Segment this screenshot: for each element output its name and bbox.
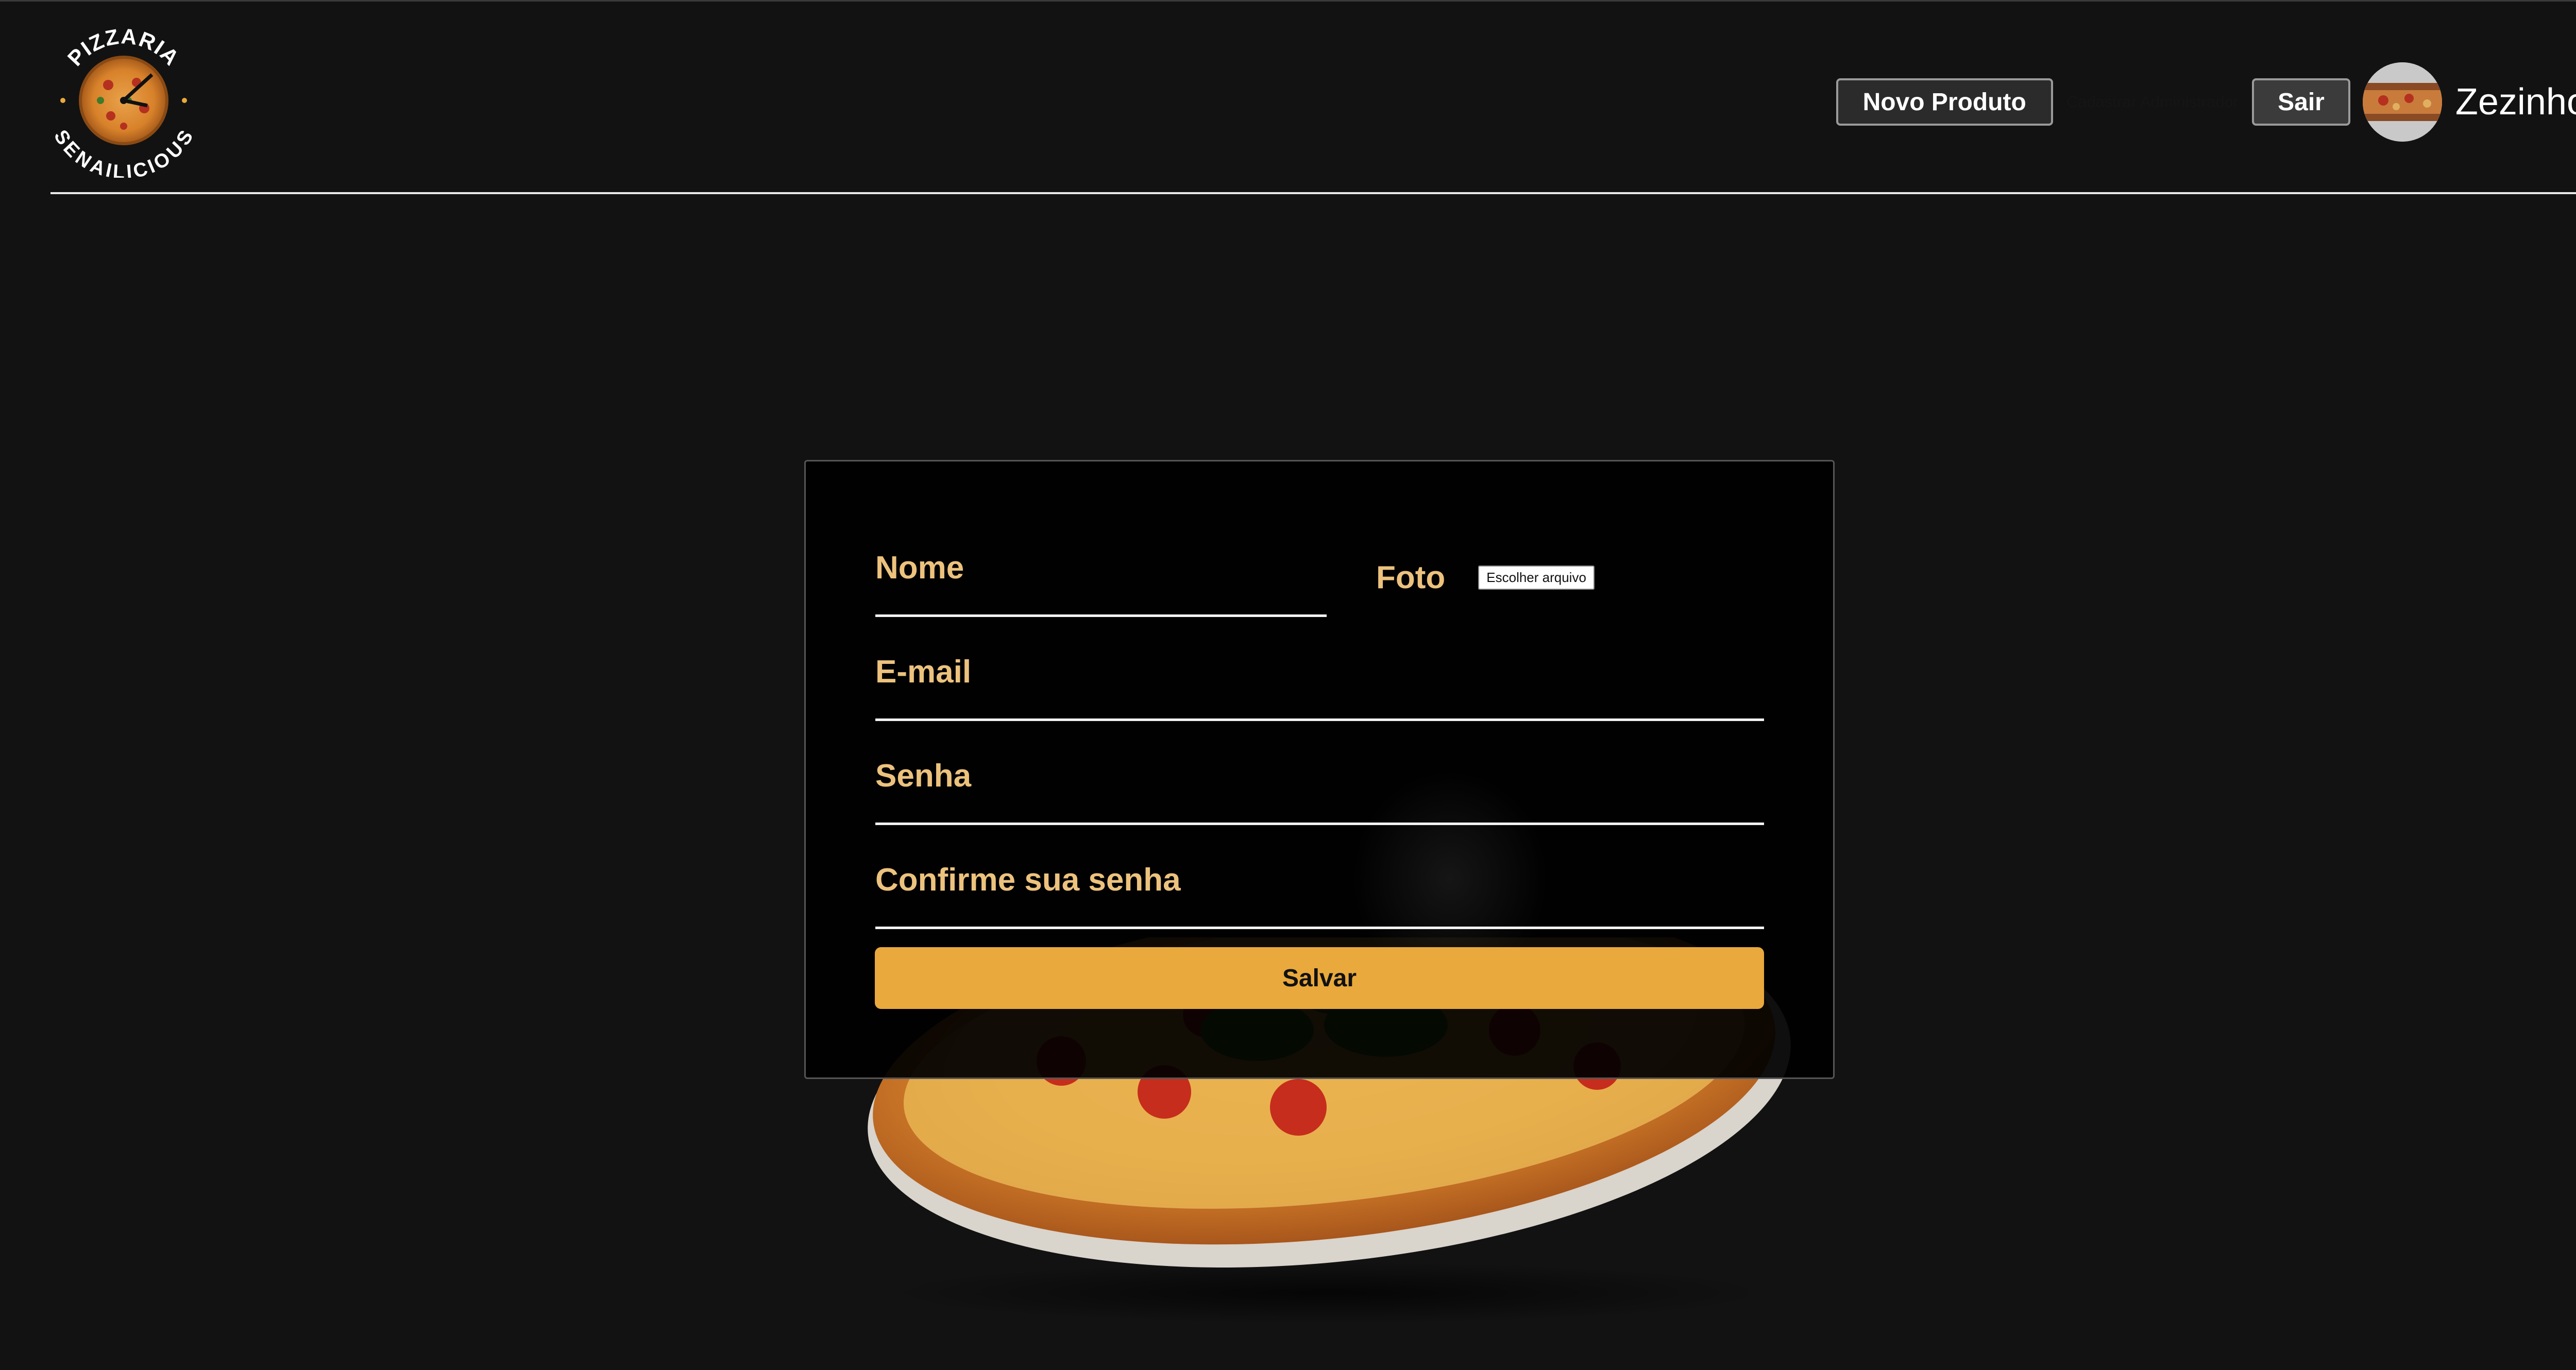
header-nav: Novo Produto Cadastrar Administrador Sai… [1836,61,2576,143]
site-header: PIZZARIA SENAILICIOUS Novo Produto Cadas… [0,0,2576,196]
salvar-button[interactable]: Salvar [875,947,1764,1009]
cadastro-form: Nome Foto Escolher arquivo E-mail Senha … [804,460,1835,1079]
foto-label: Foto [1376,559,1446,595]
cadastrar-administrador-link[interactable]: Cadastrar Administrador [2066,93,2239,111]
email-field[interactable]: E-mail [875,617,1764,721]
escolher-arquivo-button[interactable]: Escolher arquivo [1478,565,1595,590]
confirme-senha-underline [875,927,1764,929]
confirme-senha-field[interactable]: Confirme sua senha [875,825,1764,929]
sair-button[interactable]: Sair [2252,78,2350,126]
confirme-senha-label: Confirme sua senha [875,862,1181,898]
senha-field[interactable]: Senha [875,721,1764,825]
email-label: E-mail [875,654,972,690]
user-avatar[interactable] [2362,62,2442,142]
senha-label: Senha [875,758,972,794]
user-name: Zezinho [2455,81,2576,123]
nome-label: Nome [875,550,964,586]
header-divider [50,192,2576,194]
pizzaria-logo[interactable]: PIZZARIA SENAILICIOUS [46,23,201,183]
foto-field: Foto Escolher arquivo [1376,554,1604,601]
novo-produto-button[interactable]: Novo Produto [1836,78,2053,126]
nome-field[interactable]: Nome [875,461,1327,617]
